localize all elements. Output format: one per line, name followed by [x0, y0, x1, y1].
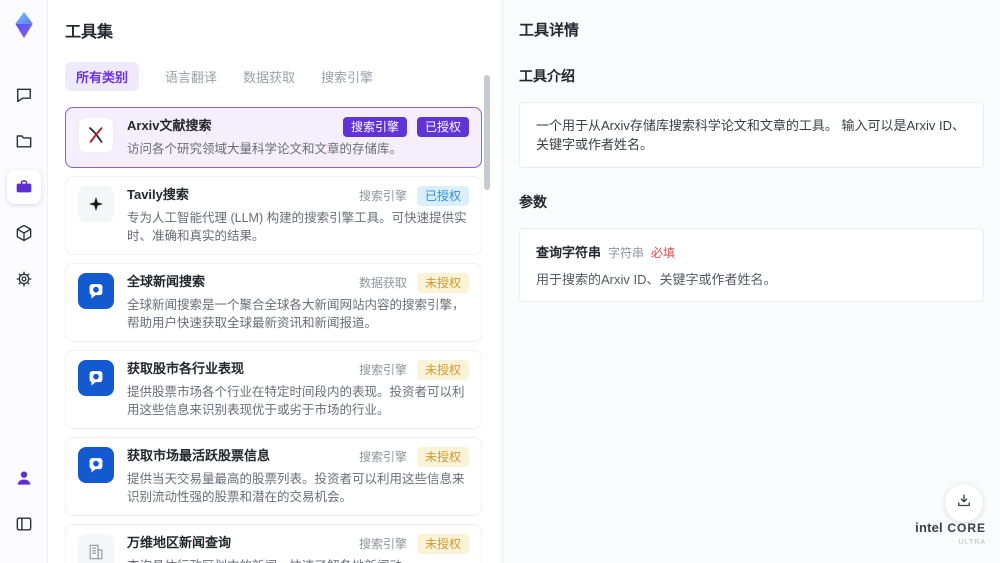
tool-name: Arxiv文献搜索: [127, 118, 212, 133]
category-badge: 搜索引擎: [342, 117, 407, 137]
toolbox-icon: [14, 177, 34, 197]
tab-data-acquisition[interactable]: 数据获取: [243, 62, 295, 91]
tool-card-tavily[interactable]: Tavily搜索 搜索引擎 已授权 专为人工智能代理 (LLM) 构建的搜索引擎…: [65, 176, 482, 255]
param-type: 字符串: [608, 246, 645, 260]
intro-text: 一个用于从Arxiv存储库搜索科学论文和文章的工具。 输入可以是Arxiv ID…: [536, 118, 966, 152]
sidebar-item-account[interactable]: [7, 461, 41, 495]
sidebar-item-tools[interactable]: [6, 170, 41, 204]
tab-search-engine[interactable]: 搜索引擎: [321, 62, 373, 91]
param-card: 查询字符串 字符串 必填 用于搜索的Arxiv ID、关键字或作者姓名。: [519, 228, 984, 302]
tool-name: 全球新闻搜索: [127, 274, 206, 289]
tool-description: 查询具体行政区划内的新闻，快速了解各地新闻动: [127, 557, 469, 563]
category-label: 搜索引擎: [358, 537, 407, 551]
params-heading: 参数: [519, 194, 547, 210]
sidebar-item-models[interactable]: [7, 216, 41, 250]
download-icon: [955, 492, 973, 515]
chat-icon: [14, 85, 34, 105]
category-label: 搜索引擎: [358, 450, 407, 464]
intel-logo-text: intel: [915, 520, 943, 535]
category-label: 搜索引擎: [358, 189, 407, 203]
page-title: 工具集: [65, 24, 114, 41]
tool-description: 提供当天交易量最高的股票列表。投资者可以利用这些信息来识别流动性强的股票和潜在的…: [127, 472, 465, 504]
cube-icon: [14, 223, 34, 243]
collapse-panel-icon: [14, 514, 34, 534]
param-description: 用于搜索的Arxiv ID、关键字或作者姓名。: [536, 272, 777, 287]
list-scrollbar-thumb[interactable]: [484, 75, 490, 190]
tool-description: 提供股票市场各个行业在特定时间段内的表现。投资者可以利用这些信息来识别表现优于或…: [127, 385, 465, 417]
intro-heading: 工具介绍: [519, 68, 575, 84]
intro-card: 一个用于从Arxiv存储库搜索科学论文和文章的工具。 输入可以是Arxiv ID…: [519, 102, 984, 168]
tool-name: 获取市场最活跃股票信息: [127, 448, 271, 463]
sidebar-item-collapse[interactable]: [7, 507, 41, 541]
blue-search-bubble-icon: [78, 360, 114, 396]
download-button[interactable]: [945, 484, 983, 522]
settings-gear-icon: [14, 269, 34, 289]
param-required-flag: 必填: [651, 246, 676, 260]
tool-card-regional-news[interactable]: 万维地区新闻查询 搜索引擎 未授权 查询具体行政区划内的新闻，快速了解各地新闻动: [65, 524, 482, 563]
tool-name: Tavily搜索: [127, 187, 189, 202]
auth-status-badge: 未授权: [416, 360, 469, 380]
sidebar-item-files[interactable]: [7, 124, 41, 158]
star-sparkle-icon: [78, 186, 114, 222]
core-logo-text: core: [947, 521, 986, 535]
blue-search-bubble-icon: [78, 273, 114, 309]
ultra-logo-text: ultra: [958, 539, 986, 546]
param-name: 查询字符串: [536, 245, 602, 260]
tab-all-categories[interactable]: 所有类别: [65, 62, 140, 91]
left-sidebar: [0, 0, 48, 563]
category-tabs: 所有类别 语言翻译 数据获取 搜索引擎: [65, 62, 482, 91]
tool-card-active-stocks[interactable]: 获取市场最活跃股票信息 搜索引擎 未授权 提供当天交易量最高的股票列表。投资者可…: [65, 437, 482, 516]
tool-description: 全球新闻搜索是一个聚合全球各大新闻网站内容的搜索引擎，帮助用户快速获取全球最新资…: [127, 298, 465, 330]
tool-detail-panel: 工具详情 工具介绍 一个用于从Arxiv存储库搜索科学论文和文章的工具。 输入可…: [502, 0, 1000, 563]
tool-card-arxiv[interactable]: Arxiv文献搜索 搜索引擎 已授权 访问各个研究领域大量科学论文和文章的存储库…: [65, 107, 482, 168]
category-label: 数据获取: [358, 276, 407, 290]
user-avatar-icon: [14, 468, 34, 488]
auth-status-badge: 未授权: [416, 447, 469, 467]
detail-title: 工具详情: [519, 22, 580, 39]
tool-name: 获取股市各行业表现: [127, 361, 245, 376]
tool-description: 专为人工智能代理 (LLM) 构建的搜索引擎工具。可快速提供实时、准确和真实的结…: [127, 211, 467, 243]
auth-status-badge: 未授权: [416, 534, 469, 554]
tools-list-panel: 工具集 所有类别 语言翻译 数据获取 搜索引擎 Arxiv文献搜索 搜索引擎 已…: [48, 0, 502, 563]
blue-search-bubble-icon: [78, 447, 114, 483]
intel-core-logo: intel core ultra: [915, 521, 986, 549]
sidebar-item-chat[interactable]: [7, 78, 41, 112]
arxiv-logo-icon: [78, 117, 114, 153]
tool-card-stock-sectors[interactable]: 获取股市各行业表现 搜索引擎 未授权 提供股票市场各个行业在特定时间段内的表现。…: [65, 350, 482, 429]
tool-name: 万维地区新闻查询: [127, 535, 232, 550]
category-label: 搜索引擎: [358, 363, 407, 377]
tool-description: 访问各个研究领域大量科学论文和文章的存储库。: [127, 142, 403, 156]
app-logo-icon: [9, 10, 39, 40]
sidebar-item-settings[interactable]: [7, 262, 41, 296]
auth-status-badge: 已授权: [416, 186, 469, 206]
auth-status-badge: 未授权: [416, 273, 469, 293]
app-window: 工具集 所有类别 语言翻译 数据获取 搜索引擎 Arxiv文献搜索 搜索引擎 已…: [0, 0, 1000, 563]
tab-language-translation[interactable]: 语言翻译: [165, 62, 217, 91]
newspaper-building-icon: [78, 534, 114, 563]
folder-icon: [14, 131, 34, 151]
tool-card-global-news[interactable]: 全球新闻搜索 数据获取 未授权 全球新闻搜索是一个聚合全球各大新闻网站内容的搜索…: [65, 263, 482, 342]
auth-status-badge: 已授权: [416, 117, 469, 137]
